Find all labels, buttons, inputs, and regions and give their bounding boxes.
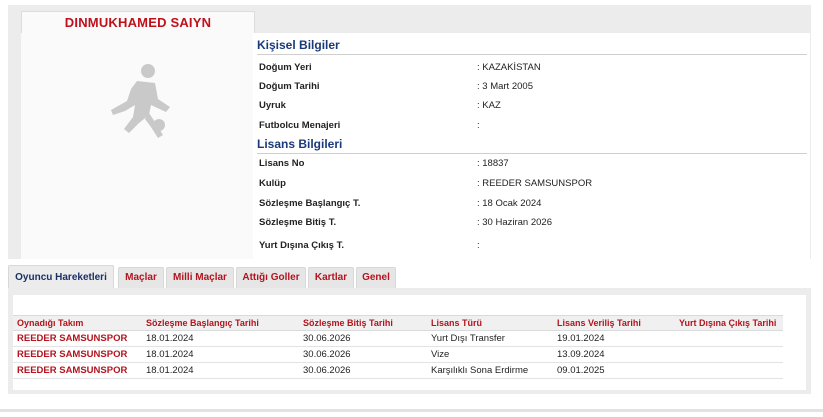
player-profile-panel: DINMUKHAMED SAIYN Kişisel Bilgiler Doğum… (8, 5, 811, 259)
player-info-panel: Kişisel Bilgiler Doğum Yeri : KAZAKİSTAN… (253, 33, 810, 259)
column-header: Yurt Dışına Çıkış Tarihi (679, 318, 777, 328)
table-row: REEDER SAMSUNSPOR 18.01.2024 30.06.2026 … (13, 347, 783, 363)
info-label: Yurt Dışına Çıkış T. (259, 240, 344, 251)
table-cell: 09.01.2025 (557, 365, 605, 376)
personal-info-title: Kişisel Bilgiler (257, 36, 807, 55)
column-header: Lisans Türü (431, 318, 483, 328)
table-cell: Yurt Dışı Transfer (431, 333, 505, 344)
movements-table: Oynadığı Takım Sözleşme Başlangıç Tarihi… (13, 295, 806, 390)
info-label: Doğum Tarihi (259, 81, 320, 92)
info-row-club: Kulüp : REEDER SAMSUNSPOR (257, 177, 807, 191)
info-row-birthplace: Doğum Yeri : KAZAKİSTAN (257, 61, 807, 75)
tab-goals[interactable]: Attığı Goller (236, 267, 306, 288)
info-label: Uyruk (259, 100, 286, 111)
movements-panel: Oynadığı Takım Sözleşme Başlangıç Tarihi… (8, 288, 811, 394)
column-header: Sözleşme Bitiş Tarihi (303, 318, 393, 328)
info-label: Futbolcu Menajeri (259, 120, 341, 131)
table-header-row: Oynadığı Takım Sözleşme Başlangıç Tarihi… (13, 315, 783, 331)
info-label: Lisans No (259, 158, 305, 169)
bottom-divider (0, 409, 823, 412)
table-row: REEDER SAMSUNSPOR 18.01.2024 30.06.2026 … (13, 363, 783, 379)
info-value: : 30 Haziran 2026 (477, 217, 552, 228)
table-row: REEDER SAMSUNSPOR 18.01.2024 30.06.2026 … (13, 331, 783, 347)
info-row-birthdate: Doğum Tarihi : 3 Mart 2005 (257, 80, 807, 94)
info-row-nationality: Uyruk : KAZ (257, 99, 807, 113)
table-cell: REEDER SAMSUNSPOR (17, 365, 128, 376)
column-header: Sözleşme Başlangıç Tarihi (146, 318, 259, 328)
tab-general[interactable]: Genel (356, 267, 396, 288)
info-value: : (477, 120, 480, 131)
info-row-contract-start: Sözleşme Başlangıç T. : 18 Ocak 2024 (257, 197, 807, 211)
info-label: Kulüp (259, 178, 286, 189)
info-value: : (477, 240, 480, 251)
info-label: Sözleşme Bitiş T. (259, 217, 337, 228)
table-cell: Vize (431, 349, 450, 360)
info-value: : KAZAKİSTAN (477, 62, 541, 73)
table-cell: 30.06.2026 (303, 365, 351, 376)
tab-cards[interactable]: Kartlar (308, 267, 354, 288)
info-value: : 3 Mart 2005 (477, 81, 533, 92)
info-value: : KAZ (477, 100, 501, 111)
info-row-abroad-date: Yurt Dışına Çıkış T. : (257, 239, 807, 253)
info-value: : 18 Ocak 2024 (477, 198, 542, 209)
player-name-tab: DINMUKHAMED SAIYN (21, 11, 255, 34)
info-row-license-no: Lisans No : 18837 (257, 157, 807, 171)
player-tabs: Oyuncu Hareketleri Maçlar Milli Maçlar A… (8, 265, 808, 289)
info-value: : 18837 (477, 158, 509, 169)
footballer-silhouette-icon (111, 64, 170, 138)
player-name: DINMUKHAMED SAIYN (64, 15, 212, 30)
table-cell: 18.01.2024 (146, 333, 194, 344)
license-info-title: Lisans Bilgileri (257, 135, 807, 154)
table-cell: 30.06.2026 (303, 333, 351, 344)
column-header: Oynadığı Takım (17, 318, 84, 328)
column-header: Lisans Veriliş Tarihi (557, 318, 641, 328)
info-label: Sözleşme Başlangıç T. (259, 198, 361, 209)
table-cell: 18.01.2024 (146, 349, 194, 360)
table-cell: 19.01.2024 (557, 333, 605, 344)
tab-national-matches[interactable]: Milli Maçlar (166, 267, 234, 288)
info-label: Doğum Yeri (259, 62, 312, 73)
table-cell: 30.06.2026 (303, 349, 351, 360)
tab-matches[interactable]: Maçlar (118, 267, 164, 288)
table-cell: REEDER SAMSUNSPOR (17, 333, 128, 344)
table-cell: 18.01.2024 (146, 365, 194, 376)
info-row-contract-end: Sözleşme Bitiş T. : 30 Haziran 2026 (257, 216, 807, 230)
tab-player-movements[interactable]: Oyuncu Hareketleri (8, 265, 114, 289)
info-value: : REEDER SAMSUNSPOR (477, 178, 593, 189)
table-cell: 13.09.2024 (557, 349, 605, 360)
table-cell: Karşılıklı Sona Erdirme (431, 365, 529, 376)
table-cell: REEDER SAMSUNSPOR (17, 349, 128, 360)
player-photo-panel (21, 33, 253, 259)
info-row-agent: Futbolcu Menajeri : (257, 119, 807, 133)
